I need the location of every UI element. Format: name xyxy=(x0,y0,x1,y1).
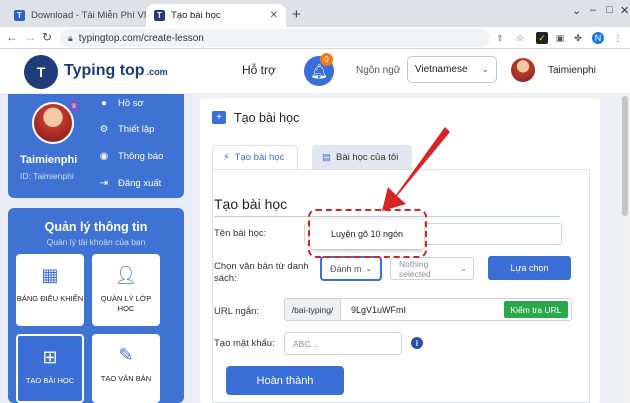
typingtop-favicon-icon: T xyxy=(154,10,165,21)
info-title: Quản lý thông tin xyxy=(44,220,148,234)
notification-count-badge: 0 xyxy=(320,53,333,66)
tile-create-text[interactable]: ✎ TẠO VĂN BẢN xyxy=(92,334,160,403)
close-window-icon[interactable]: ✕ xyxy=(620,4,629,17)
back-arrow-icon[interactable]: ← xyxy=(6,30,18,44)
close-tab-icon[interactable]: ✕ xyxy=(264,10,278,21)
info-management-card: Quản lý thông tin Quản lý tài khoản của … xyxy=(8,208,184,403)
crown-badge-icon: ♛ xyxy=(68,100,80,112)
extension-b-icon[interactable]: ▣ xyxy=(554,32,566,44)
profile-card: ♛ Taimienphi ID: Taimienphi ● Hồ sơ ⚙ Thiế… xyxy=(8,94,184,198)
user-avatar[interactable] xyxy=(511,58,535,82)
browser-tab-create-lesson[interactable]: T Tạo bài học ✕ xyxy=(146,4,286,27)
address-toolbar: ← → ↻ 🔒︎ typingtop.com/create-lesson ⇪ ☆… xyxy=(0,27,630,49)
tile-dashboard[interactable]: ▦ BẢNG ĐIỀU KHIỂN xyxy=(16,254,84,326)
brand-text: Typing top xyxy=(64,62,145,79)
tab-title: Tạo bài học xyxy=(171,10,221,21)
profile-name: Taimienphi xyxy=(20,154,78,166)
menu-profile[interactable]: ● Hồ sơ xyxy=(98,98,144,109)
annotation-arrow-icon xyxy=(382,127,450,211)
gear-icon: ⚙ xyxy=(99,124,109,135)
profile-id: ID: Taimienphi xyxy=(20,171,74,181)
brand-suffix: .com xyxy=(146,67,168,77)
chevron-down-icon[interactable]: ⌄ xyxy=(572,4,581,17)
browser-tab-bar: T Download - Tải Miễn Phí VN - Ph ✕ T Tạ… xyxy=(0,0,630,27)
menu-label: Thông báo xyxy=(118,151,164,162)
menu-settings[interactable]: ⚙ Thiết lập xyxy=(98,124,155,135)
add-lesson-icon: ⊞ xyxy=(42,346,58,367)
site-favicon-icon: T xyxy=(14,10,25,21)
forward-arrow-icon[interactable]: → xyxy=(24,30,36,44)
reload-icon[interactable]: ↻ xyxy=(42,30,52,44)
header-username[interactable]: Taimienphi xyxy=(548,65,596,76)
tile-class-management[interactable]: 👤︎ QUẢN LÝ LỚP HỌC xyxy=(92,254,160,326)
tile-label: TẠO VĂN BẢN xyxy=(100,374,152,383)
lock-icon: 🔒︎ xyxy=(68,32,73,43)
menu-logout[interactable]: ⇥ Đăng xuất xyxy=(98,178,162,189)
language-select[interactable]: Vietnamese ⌄ xyxy=(407,56,497,83)
tile-label: QUẢN LÝ LỚP HỌC xyxy=(100,294,152,313)
main-content: + Tạo bài học ⚡︎ Tạo bài học ▤ Bài học của… xyxy=(192,94,630,403)
support-link[interactable]: Hỗ trợ xyxy=(242,63,276,77)
tile-create-lesson[interactable]: ⊞ TẠO BÀI HỌC xyxy=(16,334,84,403)
sidebar: ♛ Taimienphi ID: Taimienphi ● Hồ sơ ⚙ Thiế… xyxy=(0,94,192,403)
site-header: T Typing top .com Hỗ trợ 🔔︎ 0 Ngôn ngữ Vi… xyxy=(0,49,630,94)
pen-icon: ✎ xyxy=(118,344,134,365)
language-value: Vietnamese xyxy=(414,64,468,75)
user-icon: ● xyxy=(100,98,108,109)
browser-tab-download[interactable]: T Download - Tải Miễn Phí VN - Ph ✕ xyxy=(6,4,146,27)
kebab-menu-icon[interactable]: ⋮ xyxy=(612,32,624,44)
menu-label: Đăng xuất xyxy=(118,178,162,189)
new-tab-button[interactable]: + xyxy=(292,6,301,23)
menu-label: Hồ sơ xyxy=(118,98,144,109)
brand-name[interactable]: Typing top .com xyxy=(64,62,168,80)
bookmark-star-icon[interactable]: ☆ xyxy=(514,32,526,44)
class-manage-icon: 👤︎ xyxy=(114,264,138,285)
url-bar[interactable]: 🔒︎ typingtop.com/create-lesson xyxy=(60,29,490,47)
extension-check-icon[interactable]: ✓ xyxy=(536,32,548,44)
dashboard-icon: ▦ xyxy=(41,264,59,285)
tile-label: TẠO BÀI HỌC xyxy=(25,376,75,385)
maximize-icon[interactable]: □ xyxy=(606,4,613,16)
menu-notifications[interactable]: ◉ Thông báo xyxy=(98,151,164,162)
menu-label: Thiết lập xyxy=(118,124,155,135)
tile-label: BẢNG ĐIỀU KHIỂN xyxy=(16,294,84,303)
bell-icon: ◉ xyxy=(99,151,109,162)
chevron-down-icon: ⌄ xyxy=(481,64,490,74)
tab-title: Download - Tải Miễn Phí VN - Ph xyxy=(31,10,146,21)
logout-icon: ⇥ xyxy=(99,178,109,189)
typingtop-logo-icon[interactable]: T xyxy=(24,55,58,89)
language-label: Ngôn ngữ xyxy=(356,65,401,76)
url-text: typingtop.com/create-lesson xyxy=(78,32,204,44)
puzzle-extensions-icon[interactable]: ✤ xyxy=(572,32,584,44)
share-icon[interactable]: ⇪ xyxy=(494,32,506,44)
minimize-icon[interactable]: – xyxy=(590,4,596,16)
info-subtitle: Quản lý tài khoản của bạn xyxy=(46,237,146,247)
profile-avatar-icon[interactable]: N xyxy=(592,32,604,44)
